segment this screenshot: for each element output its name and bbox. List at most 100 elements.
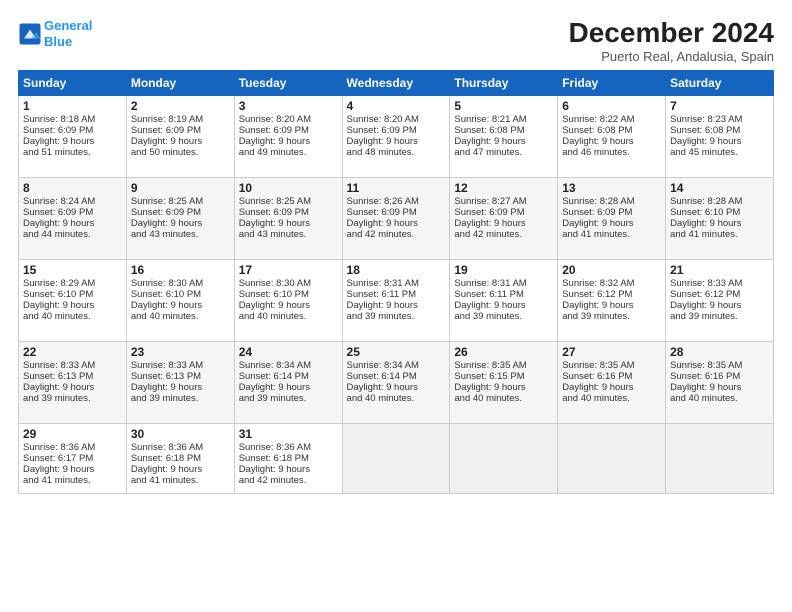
calendar-week-1: 1Sunrise: 8:18 AMSunset: 6:09 PMDaylight… — [19, 95, 774, 177]
day-number: 30 — [131, 427, 230, 441]
calendar-header-monday: Monday — [126, 70, 234, 95]
day-info-line: Sunset: 6:09 PM — [347, 125, 446, 136]
day-info-line: Sunrise: 8:28 AM — [562, 196, 661, 207]
day-info-line: Sunset: 6:14 PM — [239, 371, 338, 382]
day-info-line: and 39 minutes. — [347, 311, 446, 322]
day-info-line: Daylight: 9 hours — [239, 464, 338, 475]
day-info-line: Sunrise: 8:34 AM — [239, 360, 338, 371]
day-info-line: Daylight: 9 hours — [131, 136, 230, 147]
day-info-line: Sunrise: 8:23 AM — [670, 114, 769, 125]
day-number: 9 — [131, 181, 230, 195]
day-info-line: and 46 minutes. — [562, 147, 661, 158]
day-info-line: and 40 minutes. — [562, 393, 661, 404]
day-info-line: and 39 minutes. — [239, 393, 338, 404]
calendar-cell: 23Sunrise: 8:33 AMSunset: 6:13 PMDayligh… — [126, 341, 234, 423]
day-info-line: Sunrise: 8:33 AM — [23, 360, 122, 371]
day-number: 18 — [347, 263, 446, 277]
day-info-line: Daylight: 9 hours — [239, 218, 338, 229]
day-info-line: Sunrise: 8:35 AM — [670, 360, 769, 371]
day-info-line: Sunrise: 8:31 AM — [454, 278, 553, 289]
day-info-line: Daylight: 9 hours — [454, 136, 553, 147]
day-info-line: Sunset: 6:09 PM — [23, 125, 122, 136]
calendar-week-2: 8Sunrise: 8:24 AMSunset: 6:09 PMDaylight… — [19, 177, 774, 259]
day-info-line: Sunrise: 8:34 AM — [347, 360, 446, 371]
day-info-line: Sunset: 6:09 PM — [239, 125, 338, 136]
calendar-week-3: 15Sunrise: 8:29 AMSunset: 6:10 PMDayligh… — [19, 259, 774, 341]
day-info-line: and 39 minutes. — [562, 311, 661, 322]
day-info-line: Daylight: 9 hours — [23, 136, 122, 147]
day-info-line: Sunrise: 8:36 AM — [131, 442, 230, 453]
header: General Blue December 2024 Puerto Real, … — [18, 18, 774, 64]
day-info-line: Daylight: 9 hours — [670, 136, 769, 147]
day-number: 14 — [670, 181, 769, 195]
day-info-line: Daylight: 9 hours — [562, 300, 661, 311]
day-info-line: Sunrise: 8:36 AM — [23, 442, 122, 453]
day-info-line: and 40 minutes. — [670, 393, 769, 404]
day-info-line: Daylight: 9 hours — [454, 218, 553, 229]
day-info-line: Sunset: 6:09 PM — [131, 207, 230, 218]
day-number: 16 — [131, 263, 230, 277]
calendar-cell: 28Sunrise: 8:35 AMSunset: 6:16 PMDayligh… — [666, 341, 774, 423]
day-info-line: Daylight: 9 hours — [562, 136, 661, 147]
day-info-line: Sunrise: 8:27 AM — [454, 196, 553, 207]
logo: General Blue — [18, 18, 92, 49]
day-number: 24 — [239, 345, 338, 359]
month-title: December 2024 — [569, 18, 774, 49]
day-info-line: Sunset: 6:11 PM — [347, 289, 446, 300]
day-info-line: Sunset: 6:09 PM — [454, 207, 553, 218]
day-info-line: Sunrise: 8:20 AM — [239, 114, 338, 125]
day-info-line: and 50 minutes. — [131, 147, 230, 158]
day-number: 11 — [347, 181, 446, 195]
day-info-line: and 39 minutes. — [670, 311, 769, 322]
day-info-line: Sunset: 6:16 PM — [670, 371, 769, 382]
day-info-line: Daylight: 9 hours — [239, 300, 338, 311]
day-info-line: Sunrise: 8:29 AM — [23, 278, 122, 289]
calendar-cell: 1Sunrise: 8:18 AMSunset: 6:09 PMDaylight… — [19, 95, 127, 177]
day-info-line: Sunrise: 8:22 AM — [562, 114, 661, 125]
subtitle: Puerto Real, Andalusia, Spain — [569, 49, 774, 64]
day-info-line: Sunset: 6:09 PM — [347, 207, 446, 218]
day-info-line: Sunset: 6:10 PM — [670, 207, 769, 218]
day-number: 6 — [562, 99, 661, 113]
day-info-line: Sunset: 6:08 PM — [454, 125, 553, 136]
day-info-line: Daylight: 9 hours — [347, 218, 446, 229]
day-info-line: Daylight: 9 hours — [670, 300, 769, 311]
day-info-line: Sunset: 6:17 PM — [23, 453, 122, 464]
day-info-line: Sunrise: 8:28 AM — [670, 196, 769, 207]
day-info-line: Daylight: 9 hours — [454, 382, 553, 393]
day-info-line: Daylight: 9 hours — [23, 464, 122, 475]
calendar-cell: 15Sunrise: 8:29 AMSunset: 6:10 PMDayligh… — [19, 259, 127, 341]
calendar-cell: 29Sunrise: 8:36 AMSunset: 6:17 PMDayligh… — [19, 423, 127, 493]
day-info-line: and 47 minutes. — [454, 147, 553, 158]
calendar-cell — [558, 423, 666, 493]
day-info-line: Daylight: 9 hours — [347, 382, 446, 393]
day-number: 15 — [23, 263, 122, 277]
day-info-line: and 41 minutes. — [562, 229, 661, 240]
calendar-cell: 16Sunrise: 8:30 AMSunset: 6:10 PMDayligh… — [126, 259, 234, 341]
day-info-line: Sunset: 6:14 PM — [347, 371, 446, 382]
day-info-line: and 41 minutes. — [670, 229, 769, 240]
calendar-cell: 19Sunrise: 8:31 AMSunset: 6:11 PMDayligh… — [450, 259, 558, 341]
day-info-line: Sunset: 6:08 PM — [562, 125, 661, 136]
calendar-cell: 4Sunrise: 8:20 AMSunset: 6:09 PMDaylight… — [342, 95, 450, 177]
day-info-line: Sunrise: 8:36 AM — [239, 442, 338, 453]
day-info-line: Daylight: 9 hours — [131, 464, 230, 475]
day-number: 17 — [239, 263, 338, 277]
calendar-header-tuesday: Tuesday — [234, 70, 342, 95]
day-info-line: Daylight: 9 hours — [239, 136, 338, 147]
calendar-cell: 12Sunrise: 8:27 AMSunset: 6:09 PMDayligh… — [450, 177, 558, 259]
day-info-line: Sunrise: 8:30 AM — [239, 278, 338, 289]
day-info-line: Sunrise: 8:19 AM — [131, 114, 230, 125]
day-info-line: and 45 minutes. — [670, 147, 769, 158]
day-number: 12 — [454, 181, 553, 195]
day-info-line: Sunset: 6:15 PM — [454, 371, 553, 382]
day-number: 20 — [562, 263, 661, 277]
calendar-cell: 13Sunrise: 8:28 AMSunset: 6:09 PMDayligh… — [558, 177, 666, 259]
day-number: 1 — [23, 99, 122, 113]
day-number: 7 — [670, 99, 769, 113]
day-info-line: Sunset: 6:08 PM — [670, 125, 769, 136]
day-info-line: and 51 minutes. — [23, 147, 122, 158]
day-number: 21 — [670, 263, 769, 277]
day-info-line: and 41 minutes. — [131, 475, 230, 486]
day-info-line: Sunset: 6:09 PM — [239, 207, 338, 218]
